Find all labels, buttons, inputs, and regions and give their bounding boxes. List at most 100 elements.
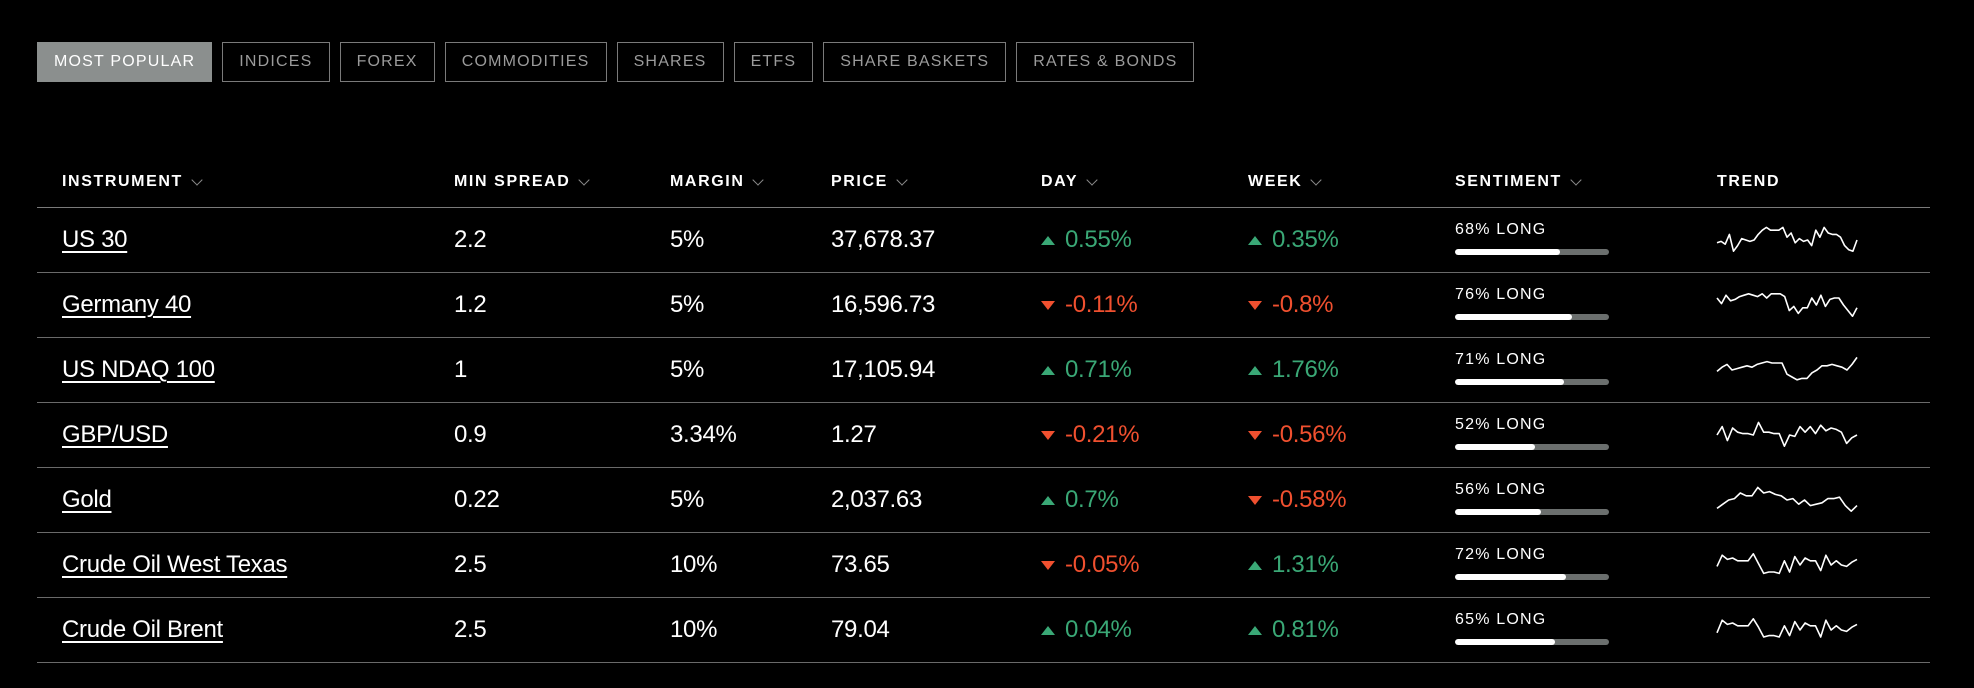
table-row[interactable]: US NDAQ 100 1 5% 17,105.94 0.71% 1.76% 7… [37, 338, 1930, 403]
triangle-up-icon [1041, 625, 1055, 635]
margin-cell: 5% [670, 486, 705, 513]
tab-forex[interactable]: FOREX [339, 42, 435, 82]
sentiment-bar-fill [1455, 639, 1556, 645]
sentiment-label: 56% LONG [1455, 481, 1547, 498]
tab-share-baskets[interactable]: SHARE BASKETS [823, 42, 1007, 82]
trend-sparkline [1716, 356, 1858, 381]
week-change: 1.76% [1248, 356, 1339, 384]
chevron-down-icon[interactable] [752, 173, 765, 186]
week-change: 0.81% [1248, 616, 1339, 644]
column-header-margin[interactable]: MARGIN [670, 155, 765, 207]
column-header-week[interactable]: WEEK [1248, 155, 1323, 207]
sentiment-bar [1455, 509, 1609, 515]
triangle-down-icon [1041, 560, 1055, 570]
instrument-link[interactable]: Crude Oil West Texas [62, 551, 288, 579]
price-cell: 1.27 [831, 421, 877, 448]
week-change-value: -0.8% [1272, 291, 1334, 318]
instrument-link[interactable]: Germany 40 [62, 291, 191, 319]
week-change: -0.58% [1248, 486, 1347, 514]
table-row[interactable]: Crude Oil West Texas 2.5 10% 73.65 -0.05… [37, 533, 1930, 598]
sparkline-path [1716, 356, 1858, 381]
triangle-up-icon [1248, 625, 1262, 635]
sentiment-bar-fill [1455, 574, 1566, 580]
instrument-link[interactable]: US NDAQ 100 [62, 356, 215, 384]
chevron-down-icon[interactable] [191, 173, 203, 186]
column-header-day[interactable]: DAY [1041, 155, 1098, 207]
table-row[interactable]: Germany 40 1.2 5% 16,596.73 -0.11% -0.8%… [37, 273, 1930, 338]
instrument-link[interactable]: Crude Oil Brent [62, 616, 223, 644]
triangle-down-icon [1041, 430, 1055, 440]
sentiment-cell: 68% LONG [1455, 208, 1609, 272]
price-cell: 73.65 [831, 551, 890, 578]
margin-cell: 10% [670, 616, 718, 643]
sentiment-cell: 72% LONG [1455, 533, 1609, 597]
sentiment-indicator: 71% LONG [1455, 338, 1609, 402]
instrument-cell: US 30 [62, 208, 128, 272]
markets-table: INSTRUMENT MIN SPREAD MARGIN PRICE DAY W… [37, 155, 1930, 663]
week-change-value: 1.31% [1272, 551, 1339, 578]
week-change-cell: -0.56% [1248, 403, 1347, 467]
instrument-link[interactable]: US 30 [62, 226, 128, 254]
triangle-up-icon [1248, 365, 1262, 375]
tab-commodities[interactable]: COMMODITIES [444, 42, 607, 82]
triangle-down-icon [1248, 300, 1262, 310]
trend-sparkline [1716, 553, 1858, 575]
day-change-value: -0.21% [1065, 421, 1140, 448]
table-row[interactable]: Crude Oil Brent 2.5 10% 79.04 0.04% 0.81… [37, 598, 1930, 663]
day-change: -0.05% [1041, 551, 1140, 579]
sentiment-label: 68% LONG [1455, 221, 1547, 238]
week-change-cell: -0.58% [1248, 468, 1347, 532]
day-change-value: -0.05% [1065, 551, 1140, 578]
table-header: INSTRUMENT MIN SPREAD MARGIN PRICE DAY W… [37, 155, 1930, 208]
week-change-cell: 1.31% [1248, 533, 1339, 597]
sentiment-bar [1455, 379, 1609, 385]
column-header-price[interactable]: PRICE [831, 155, 908, 207]
table-row[interactable]: US 30 2.2 5% 37,678.37 0.55% 0.35% 68% L… [37, 208, 1930, 273]
column-header-trend: TREND [1717, 155, 1780, 207]
day-change: 0.55% [1041, 226, 1132, 254]
day-change-value: 0.55% [1065, 226, 1132, 253]
tab-etfs[interactable]: ETFS [733, 42, 814, 82]
instrument-link[interactable]: GBP/USD [62, 421, 168, 449]
day-change-cell: 0.04% [1041, 598, 1132, 662]
table-row[interactable]: Gold 0.22 5% 2,037.63 0.7% -0.58% 56% LO… [37, 468, 1930, 533]
price-cell: 37,678.37 [831, 226, 936, 253]
week-change-cell: 0.81% [1248, 598, 1339, 662]
margin-cell: 3.34% [670, 421, 737, 448]
min-spread-cell: 2.2 [454, 226, 487, 253]
chevron-down-icon[interactable] [1570, 173, 1582, 186]
column-header-label: MIN SPREAD [454, 173, 571, 190]
trend-cell [1716, 273, 1858, 337]
column-header-min-spread[interactable]: MIN SPREAD [454, 155, 591, 207]
price-cell: 2,037.63 [831, 486, 923, 513]
sentiment-indicator: 56% LONG [1455, 468, 1609, 532]
trend-sparkline [1716, 293, 1858, 318]
column-header-instrument[interactable]: INSTRUMENT [62, 155, 203, 207]
instrument-link[interactable]: Gold [62, 486, 112, 514]
tab-indices[interactable]: INDICES [222, 42, 330, 82]
week-change: -0.56% [1248, 421, 1347, 449]
column-header-sentiment[interactable]: SENTIMENT [1455, 155, 1582, 207]
table-row[interactable]: GBP/USD 0.9 3.34% 1.27 -0.21% -0.56% 52%… [37, 403, 1930, 468]
price-cell: 16,596.73 [831, 291, 936, 318]
tab-most-popular[interactable]: MOST POPULAR [37, 42, 213, 82]
sparkline-path [1716, 421, 1858, 448]
chevron-down-icon[interactable] [1310, 173, 1323, 186]
chevron-down-icon[interactable] [896, 173, 908, 186]
margin-cell: 10% [670, 551, 718, 578]
week-change-value: 0.81% [1272, 616, 1339, 643]
day-change-value: 0.7% [1065, 486, 1119, 513]
sentiment-bar [1455, 314, 1609, 320]
chevron-down-icon[interactable] [1086, 173, 1098, 186]
week-change: -0.8% [1248, 291, 1334, 319]
triangle-up-icon [1248, 235, 1262, 245]
tab-rates-bonds[interactable]: RATES & BONDS [1016, 42, 1195, 82]
day-change: -0.11% [1041, 291, 1138, 319]
tab-shares[interactable]: SHARES [616, 42, 724, 82]
day-change: -0.21% [1041, 421, 1140, 449]
sentiment-indicator: 65% LONG [1455, 598, 1609, 662]
trend-cell [1716, 468, 1858, 532]
instrument-cell: Gold [62, 468, 112, 532]
table-body: US 30 2.2 5% 37,678.37 0.55% 0.35% 68% L… [37, 208, 1930, 663]
chevron-down-icon[interactable] [578, 173, 591, 186]
